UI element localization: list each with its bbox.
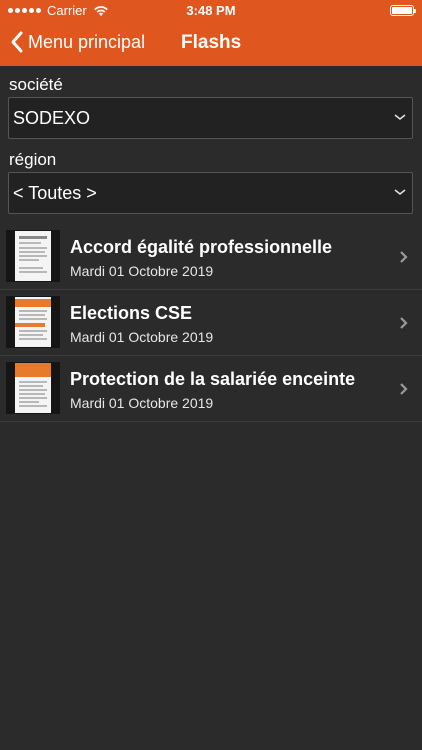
flash-title: Elections CSE <box>70 303 193 323</box>
chevron-right-icon <box>400 383 408 395</box>
chevron-right-icon <box>400 251 408 263</box>
region-label: région <box>9 150 57 169</box>
clock: 3:48 PM <box>186 3 236 18</box>
document-thumbnail <box>6 296 60 348</box>
societe-select[interactable]: SODEXO <box>8 97 413 139</box>
status-bar: Carrier 3:48 PM <box>0 0 422 22</box>
list-item[interactable]: Protection de la salariée enceinte Mardi… <box>0 356 422 422</box>
flash-date: Mardi 01 Octobre 2019 <box>70 395 214 411</box>
region-select[interactable]: < Toutes > <box>8 172 413 214</box>
societe-label: société <box>9 75 63 94</box>
page-title: Flashs <box>181 32 242 53</box>
back-button[interactable]: Menu principal <box>10 30 145 54</box>
flash-title: Accord égalité professionnelle <box>70 237 333 257</box>
document-thumbnail <box>6 362 60 414</box>
list-item[interactable]: Elections CSE Mardi 01 Octobre 2019 <box>0 290 422 356</box>
societe-value: SODEXO <box>13 107 91 128</box>
region-value: < Toutes > <box>13 182 97 203</box>
navigation-bar: Menu principal Flashs <box>0 22 422 66</box>
chevron-down-icon <box>394 114 406 121</box>
flash-date: Mardi 01 Octobre 2019 <box>70 329 214 345</box>
chevron-left-icon <box>11 31 23 53</box>
back-button-label: Menu principal <box>28 31 146 52</box>
flash-title: Protection de la salariée enceinte <box>70 369 356 389</box>
top-bar: Carrier 3:48 PM Menu principal Flashs <box>0 0 422 66</box>
flash-date: Mardi 01 Octobre 2019 <box>70 263 214 279</box>
chevron-right-icon <box>400 317 408 329</box>
chevron-down-icon <box>394 189 406 196</box>
battery-icon <box>390 5 416 16</box>
list-item[interactable]: Accord égalité professionnelle Mardi 01 … <box>0 224 422 290</box>
document-thumbnail <box>6 230 60 282</box>
